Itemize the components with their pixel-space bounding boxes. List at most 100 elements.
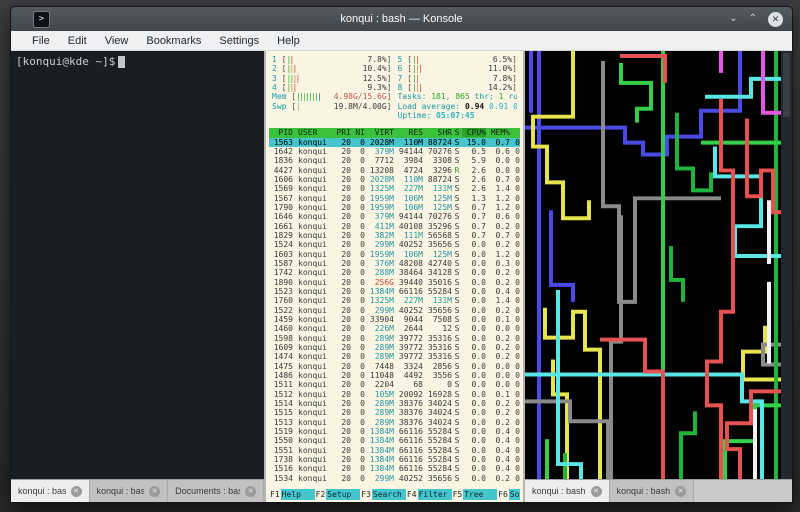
process-row[interactable]: 1512konqui200105M2009216928S0.00.10 bbox=[269, 389, 520, 398]
htop-pane[interactable]: 1 [||7.8%]2 [|||10.4%]3 [||||12.5%]4 [||… bbox=[266, 51, 523, 502]
fkey-f2[interactable]: F2Setup bbox=[315, 489, 361, 500]
process-row[interactable]: 1522konqui200299M4025235656S0.00.20 bbox=[269, 306, 520, 315]
process-row[interactable]: 1511konqui2002204680S0.00.00 bbox=[269, 380, 520, 389]
window-title: konqui : bash — Konsole bbox=[340, 13, 462, 25]
process-row[interactable]: 1836konqui200771239843308S5.90.00 bbox=[269, 156, 520, 165]
fkey-f1[interactable]: F1Help bbox=[269, 489, 315, 500]
pipes-pane[interactable] bbox=[525, 51, 792, 479]
desktop: > konqui : bash — Konsole ⌄ ⌃ ✕ FileEdit… bbox=[0, 0, 800, 512]
column-header-MEM%[interactable]: MEM% bbox=[486, 128, 510, 137]
column-header-PRI[interactable]: PRI bbox=[332, 128, 351, 137]
process-row[interactable]: 1742konqui200288M3846434128S0.00.20 bbox=[269, 268, 520, 277]
process-table-header[interactable]: PIDUSERPRINIVIRTRESSHRSCPU%MEM% bbox=[269, 128, 520, 137]
process-row[interactable]: 1569konqui2001325M227M131MS2.61.40 bbox=[269, 184, 520, 193]
cpu-meter-3: 3 [||||12.5%] bbox=[272, 74, 392, 83]
process-row[interactable]: 1513konqui200289M3837634024S0.00.20 bbox=[269, 417, 520, 426]
scrollbar-thumb[interactable] bbox=[783, 53, 790, 117]
process-row[interactable]: 1524konqui200299M4025235656S0.00.20 bbox=[269, 240, 520, 249]
tab-close-icon[interactable]: ✕ bbox=[149, 486, 160, 497]
process-row[interactable]: 1563konqui2002028M110M88724S15.00.70 bbox=[269, 138, 520, 147]
process-row[interactable]: 1534konqui200299M4025235656S0.00.20 bbox=[269, 473, 520, 482]
process-row[interactable]: 1523konqui2001384M6611655284S0.00.40 bbox=[269, 287, 520, 296]
process-row[interactable]: 1515konqui200289M3837634024S0.00.20 bbox=[269, 408, 520, 417]
tab-close-icon[interactable]: ✕ bbox=[245, 486, 256, 497]
konsole-window: > konqui : bash — Konsole ⌄ ⌃ ✕ FileEdit… bbox=[10, 6, 793, 503]
minimize-icon[interactable]: ⌄ bbox=[729, 14, 737, 24]
process-row[interactable]: 1890konqui200256G3944035016S0.00.20 bbox=[269, 278, 520, 287]
process-row[interactable]: 1603konqui2001959M106M125MS0.01.20 bbox=[269, 250, 520, 259]
htop-meters: 1 [||7.8%]2 [|||10.4%]3 [||||12.5%]4 [||… bbox=[269, 55, 520, 120]
menu-item-edit[interactable]: Edit bbox=[59, 35, 96, 47]
menu-item-help[interactable]: Help bbox=[268, 35, 309, 47]
titlebar[interactable]: > konqui : bash — Konsole ⌄ ⌃ ✕ bbox=[11, 7, 792, 31]
process-row[interactable]: 1598konqui200289M3977235316S0.00.20 bbox=[269, 334, 520, 343]
menu-item-bookmarks[interactable]: Bookmarks bbox=[137, 35, 210, 47]
process-row[interactable]: 1790konqui2001959M106M125MS0.71.20 bbox=[269, 203, 520, 212]
process-row[interactable]: 1474konqui200289M3977235316S0.00.20 bbox=[269, 352, 520, 361]
process-row[interactable]: 1459konqui2003390490447508S0.00.10 bbox=[269, 315, 520, 324]
process-row[interactable]: 1606konqui2002028M110M88724S2.60.70 bbox=[269, 175, 520, 184]
column-header-RES[interactable]: RES bbox=[394, 128, 423, 137]
left-tabbar: konqui : bash✕konqui : bash✕Documents : … bbox=[11, 479, 264, 502]
pipes-art bbox=[525, 51, 781, 479]
process-row[interactable]: 1551konqui2001384M6611655284S0.00.40 bbox=[269, 445, 520, 454]
tab[interactable]: konqui : bash✕ bbox=[525, 480, 610, 502]
left-split: [konqui@kde ~]$ konqui : bash✕konqui : b… bbox=[11, 51, 266, 502]
menubar: FileEditViewBookmarksSettingsHelp bbox=[11, 31, 792, 51]
column-header-USER[interactable]: USER bbox=[293, 128, 332, 137]
process-row[interactable]: 4427konqui2001320847243296R2.60.00 bbox=[269, 166, 520, 175]
menu-item-file[interactable]: File bbox=[23, 35, 59, 47]
tab[interactable]: Documents : bash✕ bbox=[168, 480, 264, 502]
process-row[interactable]: 1475konqui200744833242856S0.00.00 bbox=[269, 362, 520, 371]
swap-meter: Swp [|19.8M/4.00G] bbox=[272, 102, 392, 111]
column-header-SHR[interactable]: SHR bbox=[423, 128, 452, 137]
column-header-PID[interactable]: PID bbox=[269, 128, 293, 137]
process-row[interactable]: 1587konqui200376M4820842740S0.00.30 bbox=[269, 259, 520, 268]
tab[interactable]: konqui : bash ✕ bbox=[90, 480, 169, 502]
process-row[interactable]: 1646konqui200379M9414470276S0.70.60 bbox=[269, 212, 520, 221]
process-row[interactable]: 1642konqui200379M9414470276S0.50.60 bbox=[269, 147, 520, 156]
process-row[interactable]: 1661konqui200411M4010835296S0.70.20 bbox=[269, 222, 520, 231]
maximize-icon[interactable]: ⌃ bbox=[749, 14, 757, 24]
column-header-NI[interactable]: NI bbox=[351, 128, 365, 137]
konsole-app-icon: > bbox=[33, 11, 50, 28]
cpu-meter-8: 8 [|||14.2%] bbox=[398, 83, 518, 92]
terminal-pane[interactable]: [konqui@kde ~]$ bbox=[11, 51, 264, 479]
cpu-meter-7: 7 [||7.8%] bbox=[398, 74, 518, 83]
process-row[interactable]: 1567konqui2001959M106M125MS1.31.20 bbox=[269, 194, 520, 203]
process-row[interactable]: 1609konqui200289M3977235316S0.00.20 bbox=[269, 343, 520, 352]
process-row[interactable]: 1460konqui200226M264412S0.00.00 bbox=[269, 324, 520, 333]
fkey-f6[interactable]: F6SortBy bbox=[497, 489, 520, 500]
process-row[interactable]: 1486konqui2001104844923556S0.00.00 bbox=[269, 371, 520, 380]
column-header-VIRT[interactable]: VIRT bbox=[365, 128, 394, 137]
window-content: [konqui@kde ~]$ konqui : bash ✕ konqui : b… bbox=[11, 51, 792, 502]
fkey-f5[interactable]: F5Tree bbox=[452, 489, 498, 500]
fkey-f3[interactable]: F3Search bbox=[360, 489, 406, 500]
column-header-CPU%[interactable]: CPU% bbox=[462, 128, 486, 137]
tab-close-icon[interactable]: ✕ bbox=[591, 486, 602, 497]
tab-close-icon[interactable]: ✕ bbox=[675, 486, 686, 497]
function-key-bar: F1HelpF2SetupF3SearchF4FilterF5TreeF6Sor… bbox=[269, 489, 520, 500]
tab[interactable]: konqui : bash ✕ bbox=[610, 480, 695, 502]
menu-item-settings[interactable]: Settings bbox=[210, 35, 268, 47]
tab[interactable]: konqui : bash✕ bbox=[11, 480, 90, 502]
process-row[interactable]: 1519konqui2001384M6611655284S0.00.40 bbox=[269, 427, 520, 436]
shell-prompt: [konqui@kde ~]$ bbox=[16, 55, 259, 68]
tab-label: konqui : bash bbox=[97, 486, 145, 496]
process-row[interactable]: 1829konqui200382M111M56568S0.70.70 bbox=[269, 231, 520, 240]
close-icon[interactable]: ✕ bbox=[768, 12, 783, 27]
menu-item-view[interactable]: View bbox=[96, 35, 138, 47]
middle-split: 1 [||7.8%]2 [|||10.4%]3 [||||12.5%]4 [||… bbox=[266, 51, 525, 502]
tab-close-icon[interactable]: ✕ bbox=[71, 486, 82, 497]
pipes-scrollbar[interactable] bbox=[781, 51, 792, 479]
process-row[interactable]: 1550konqui2001384M6611655284S0.00.40 bbox=[269, 436, 520, 445]
right-tabbar: konqui : bash✕konqui : bash✕ bbox=[525, 479, 792, 502]
memory-meter: Mem [||||||||4.98G/15.6G] bbox=[272, 92, 392, 101]
process-row[interactable]: 1760konqui2001325M227M131MS0.01.40 bbox=[269, 296, 520, 305]
process-row[interactable]: 1738konqui2001384M6611655284S0.00.40 bbox=[269, 455, 520, 464]
process-row[interactable]: 1516konqui2001384M6611655284S0.00.40 bbox=[269, 464, 520, 473]
process-row[interactable]: 1514konqui200289M3837634024S0.00.20 bbox=[269, 399, 520, 408]
column-header-S[interactable]: S bbox=[452, 128, 462, 137]
fkey-f4[interactable]: F4Filter bbox=[406, 489, 452, 500]
tab-label: konqui : bash bbox=[617, 486, 671, 496]
